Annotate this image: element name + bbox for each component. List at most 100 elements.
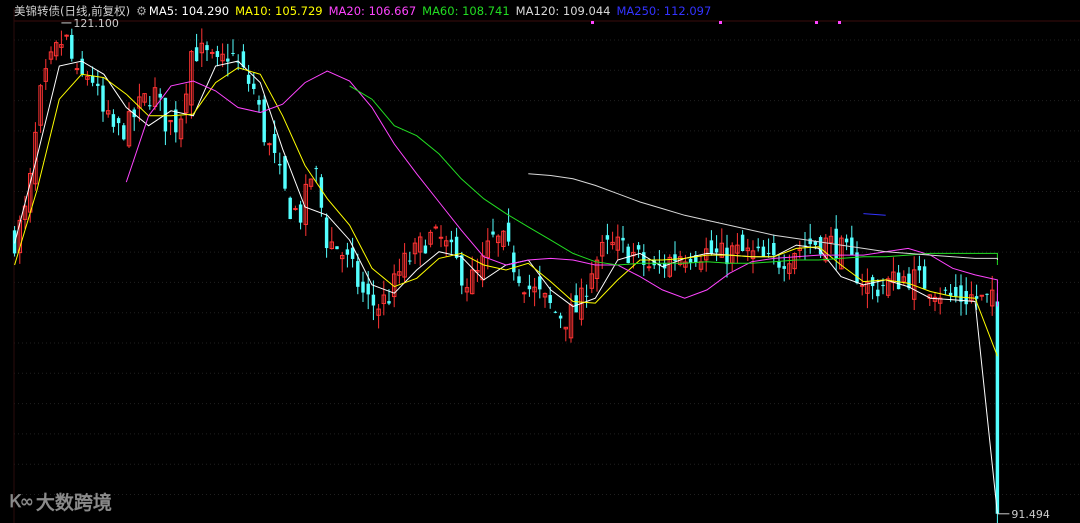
candle-body [491, 231, 495, 235]
candle-body [538, 276, 542, 290]
candle-body [782, 266, 786, 269]
candle-body [283, 156, 287, 189]
candlestick-chart[interactable]: 121.100 91.494 [0, 0, 1080, 523]
candle-body [74, 68, 80, 71]
candle-body [725, 247, 729, 265]
candle-body [621, 237, 625, 241]
candle-body [356, 261, 360, 287]
signal-dot [815, 21, 818, 24]
candle-body [756, 246, 760, 249]
candle-body [859, 284, 865, 287]
candles-layer [12, 28, 1000, 523]
candle-body [122, 125, 126, 140]
candle-body [517, 276, 521, 284]
candle-body [881, 284, 885, 287]
candle-body [449, 239, 454, 243]
candle-body [548, 295, 552, 304]
candle-body [70, 34, 74, 59]
ma-line-ma5 [14, 60, 998, 514]
candle-body [257, 100, 261, 105]
candle-body [324, 217, 329, 249]
watermark-text: 大数跨境 [35, 492, 112, 514]
candle-body [714, 248, 719, 253]
signal-dot [838, 21, 841, 24]
candle-body [766, 253, 771, 255]
candle-body [345, 249, 350, 255]
candle-body [876, 289, 880, 297]
candle-body [194, 47, 199, 62]
candle-body [387, 301, 391, 304]
candle-body [673, 254, 677, 261]
candle-body [298, 204, 303, 223]
candle-body [438, 236, 444, 239]
candle-body [209, 51, 215, 54]
candle-body [636, 245, 641, 250]
candle-body [148, 105, 152, 107]
candle-body [943, 289, 948, 291]
candle-body [574, 295, 578, 313]
candle-body [335, 246, 339, 250]
signal-dot [719, 21, 722, 24]
candle-body [408, 260, 412, 262]
moving-averages-layer [14, 60, 998, 514]
candle-body [116, 118, 121, 124]
candle-body [870, 277, 875, 287]
candle-body [252, 83, 256, 89]
watermark-logo: Ꮶ∞ 大数跨境 [10, 488, 112, 515]
candle-body [371, 294, 376, 306]
candle-body [954, 286, 958, 297]
candle-body [553, 311, 558, 313]
candle-body [896, 272, 901, 290]
candle-body [808, 238, 812, 245]
candle-body [293, 208, 298, 211]
candle-body [361, 281, 365, 293]
ma-line-ma20 [125, 70, 998, 307]
candle-body [205, 45, 209, 51]
candle-body [605, 235, 610, 240]
candle-body [922, 266, 927, 289]
candle-body [460, 255, 464, 286]
candle-body [844, 238, 849, 243]
candle-body [646, 266, 652, 269]
candle-body [995, 301, 1000, 514]
candle-body [558, 315, 563, 319]
candle-body [278, 163, 282, 166]
candle-body [506, 222, 511, 242]
candle-body [288, 197, 292, 220]
candle-body [314, 168, 318, 170]
candle-body [158, 93, 162, 98]
candle-body [246, 74, 251, 84]
candle-body [584, 295, 589, 297]
candle-body [111, 114, 116, 127]
candle-body [709, 240, 714, 254]
candle-body [215, 51, 220, 57]
candle-body [96, 83, 100, 86]
candle-body [740, 234, 745, 252]
candle-body [772, 243, 776, 256]
candle-body [272, 134, 277, 153]
candle-body [777, 261, 781, 268]
candle-body [433, 226, 439, 229]
candle-body [527, 285, 532, 290]
candle-body [979, 294, 985, 297]
candle-body [761, 246, 766, 257]
candle-body [174, 109, 178, 133]
candle-body [917, 265, 922, 271]
ma-line-ma60 [349, 85, 998, 266]
candle-body [512, 252, 516, 273]
candle-body [366, 283, 370, 295]
candle-body [90, 75, 95, 83]
candle-body [959, 285, 963, 302]
candle-body [423, 245, 428, 254]
candle-body [231, 52, 235, 54]
max-price-label: 121.100 [73, 17, 119, 30]
candle-body [267, 143, 272, 146]
candle-body [262, 99, 266, 143]
candle-body [101, 85, 105, 112]
candle-body [626, 246, 630, 263]
annotations-layer: 121.100 91.494 [61, 17, 1050, 521]
ma-line-ma250 [863, 213, 886, 216]
kuo-logo-icon: Ꮶ∞ [10, 491, 34, 512]
signal-dot [591, 21, 594, 24]
min-price-label: 91.494 [1011, 508, 1050, 521]
